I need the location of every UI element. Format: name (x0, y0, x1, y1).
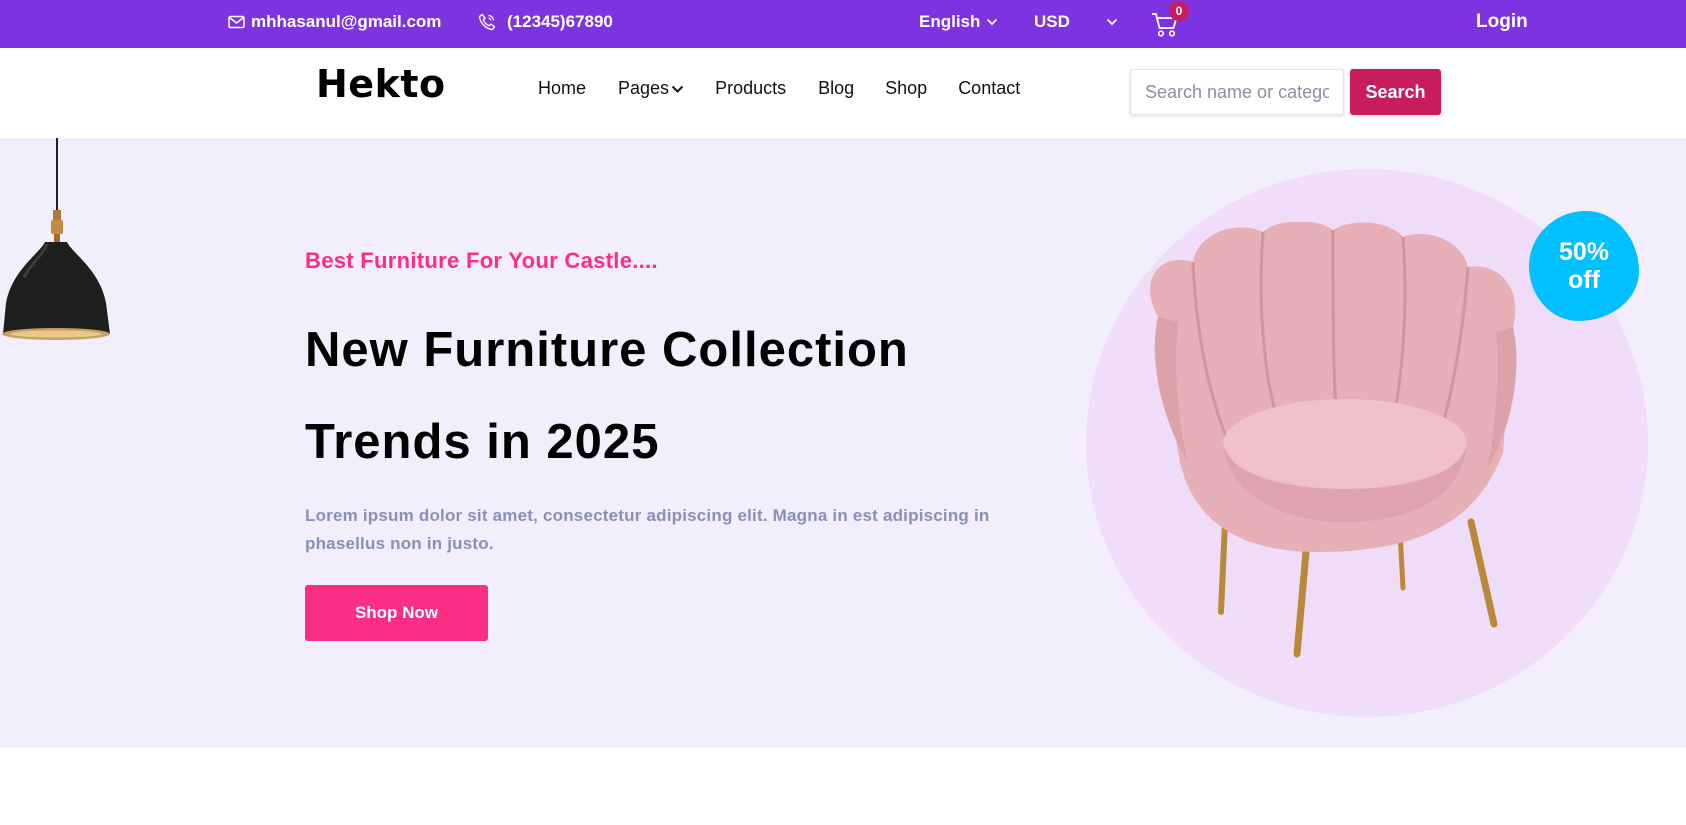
nav-links: Home Pages Products Blog Shop Contact (538, 78, 1020, 99)
language-select[interactable]: English (919, 0, 998, 44)
currency-value: USD (1034, 12, 1070, 31)
currency-select[interactable]: USD (1034, 0, 1118, 44)
language-value: English (919, 12, 981, 31)
pendant-lamp-image (2, 138, 110, 340)
shop-now-button[interactable]: Shop Now (305, 585, 488, 641)
hero-tagline: Best Furniture For Your Castle.... (305, 248, 658, 273)
hero-title-line-1: New Furniture Collection (305, 323, 909, 377)
phone-text: (12345)67890 (507, 12, 613, 31)
nav-pages[interactable]: Pages (618, 78, 684, 99)
site-logo[interactable]: Hekto (316, 62, 446, 106)
chevron-down-icon (1106, 18, 1118, 26)
discount-off: off (1568, 266, 1600, 294)
search-input[interactable] (1130, 69, 1344, 115)
nav-pages-label: Pages (618, 78, 670, 98)
contact-email[interactable]: mhhasanul@gmail.com (228, 0, 441, 44)
nav-contact[interactable]: Contact (958, 78, 1020, 99)
nav-shop[interactable]: Shop (885, 78, 927, 99)
hero-description: Lorem ipsum dolor sit amet, consectetur … (305, 506, 990, 553)
hero-title-line-2: Trends in 2025 (305, 415, 660, 469)
discount-badge: 50% off (1529, 211, 1639, 321)
contact-phone[interactable]: (12345)67890 (478, 0, 613, 44)
hero-section: Best Furniture For Your Castle.... New F… (0, 138, 1686, 748)
hero-title: New Furniture Collection Trends in 2025 (305, 304, 1025, 488)
login-link[interactable]: Login (1476, 0, 1528, 44)
chevron-down-icon (671, 78, 684, 99)
nav-blog[interactable]: Blog (818, 78, 854, 99)
search-button[interactable]: Search (1350, 69, 1441, 115)
email-text: mhhasanul@gmail.com (251, 12, 442, 31)
cart-count-badge: 0 (1169, 1, 1189, 21)
pink-armchair-image (1150, 222, 1517, 658)
nav-home[interactable]: Home (538, 78, 586, 99)
phone-icon (478, 13, 496, 31)
top-bar: mhhasanul@gmail.com (12345)67890 English… (0, 0, 1686, 48)
chevron-down-icon (986, 18, 998, 26)
discount-percent: 50% (1558, 238, 1610, 266)
nav-products[interactable]: Products (715, 78, 786, 99)
main-nav: Hekto Home Pages Products Blog Shop Cont… (0, 48, 1686, 138)
mail-icon (228, 15, 245, 29)
cart-button[interactable]: 0 (1149, 0, 1189, 44)
